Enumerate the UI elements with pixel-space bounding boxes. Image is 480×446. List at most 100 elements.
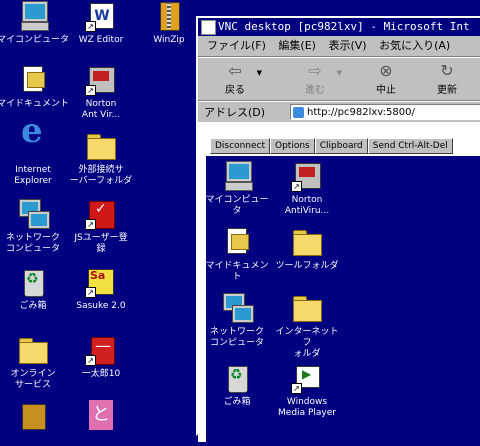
icon-label: マイドキュメント bbox=[205, 261, 269, 282]
network-computers-icon bbox=[221, 292, 253, 324]
icon-label: 一太郎10 bbox=[81, 369, 121, 379]
back-arrow-icon: ⇦ bbox=[228, 61, 242, 80]
recycle-bin-icon bbox=[221, 362, 253, 394]
vnc-icon-recycle-bin[interactable]: ごみ箱 bbox=[202, 362, 272, 408]
desktop-icon-network-neighborhood[interactable]: ネットワーク コンピュータ bbox=[0, 198, 70, 255]
shortcut-arrow-icon: ↗ bbox=[85, 219, 96, 230]
icon-label: Norton Ant Vir... bbox=[81, 99, 121, 120]
internet-explorer-icon bbox=[17, 126, 49, 162]
refresh-button[interactable]: ↻ 更新 bbox=[424, 61, 470, 96]
title-bar[interactable]: VNC desktop [pc982lxv] - Microsoft Int bbox=[198, 18, 480, 36]
vnc-remote-desktop[interactable]: マイコンピュータ ↗ Norton AntiViru... マイドキュメント ツ… bbox=[205, 156, 480, 446]
folder-icon bbox=[291, 292, 323, 324]
shortcut-arrow-icon: ↗ bbox=[291, 383, 302, 394]
icon-label: ごみ箱 bbox=[223, 397, 251, 407]
computer-icon bbox=[17, 0, 49, 32]
media-player-icon: ↗ bbox=[291, 362, 323, 394]
winzip-icon bbox=[153, 0, 185, 32]
vnc-icon-network[interactable]: ネットワーク コンピュータ bbox=[202, 292, 272, 349]
desktop-icon-js-user-register[interactable]: ↗ JSユーザー登 録 bbox=[64, 198, 138, 255]
dropdown-arrow-icon[interactable]: ▼ bbox=[257, 69, 262, 77]
norton-icon: ↗ bbox=[85, 64, 117, 96]
sasuke-icon: ↗ bbox=[85, 266, 117, 298]
window-title: VNC desktop [pc982lxv] - Microsoft Int bbox=[218, 20, 470, 33]
desktop-icon-winzip[interactable]: WinZip bbox=[132, 0, 206, 46]
refresh-label: 更新 bbox=[437, 85, 457, 96]
forward-button[interactable]: ⇨ 進む ▼ bbox=[292, 61, 342, 96]
shortcut-arrow-icon: ↗ bbox=[85, 85, 96, 96]
application-icon bbox=[17, 400, 49, 432]
shortcut-arrow-icon: ↗ bbox=[291, 181, 302, 192]
options-button[interactable]: Options bbox=[270, 138, 315, 154]
vnc-icon-my-documents[interactable]: マイドキュメント bbox=[202, 226, 272, 283]
desktop-icon-internet-explorer[interactable]: Internet Explorer bbox=[0, 126, 70, 187]
icon-label: オンライン サービス bbox=[10, 369, 56, 390]
shortcut-arrow-icon: ↗ bbox=[85, 21, 96, 32]
icon-label: WZ Editor bbox=[78, 35, 124, 45]
address-input[interactable]: http://pc982lxv:5800/ bbox=[290, 104, 480, 120]
desktop-icon-online-service[interactable]: オンライン サービス bbox=[0, 334, 70, 391]
back-button[interactable]: ⇦ 戻る ▼ bbox=[212, 61, 262, 96]
address-label: アドレス(D) bbox=[204, 106, 266, 119]
disconnect-button[interactable]: Disconnect bbox=[210, 138, 270, 154]
vnc-button-bar: Disconnect Options Clipboard Send Ctrl-A… bbox=[210, 138, 453, 154]
icon-label: ツールフォルダ bbox=[275, 261, 339, 271]
icon-label: インターネットフ ォルダ bbox=[275, 327, 339, 359]
stop-label: 中止 bbox=[376, 85, 396, 96]
clipboard-button[interactable]: Clipboard bbox=[314, 138, 368, 154]
vnc-icon-tool-folder[interactable]: ツールフォルダ bbox=[272, 226, 342, 272]
application-icon bbox=[85, 400, 117, 432]
computer-icon bbox=[221, 160, 253, 192]
desktop-icon-partial-left[interactable] bbox=[0, 400, 70, 435]
recycle-bin-icon bbox=[17, 266, 49, 298]
vnc-icon-internet-folder[interactable]: インターネットフ ォルダ bbox=[272, 292, 342, 360]
menu-file[interactable]: ファイル(F) bbox=[207, 39, 266, 52]
stop-button[interactable]: ⊗ 中止 bbox=[363, 61, 409, 96]
shortcut-arrow-icon: ↗ bbox=[85, 355, 96, 366]
icon-label: 外部接続サ ーバーフォルダ bbox=[69, 165, 133, 186]
documents-folder-icon bbox=[17, 64, 49, 96]
icon-label: マイドキュメント bbox=[0, 99, 69, 109]
desktop-icon-wz-editor[interactable]: ↗ WZ Editor bbox=[64, 0, 138, 46]
toolbar: ⇦ 戻る ▼ ⇨ 進む ▼ ⊗ 中止 ↻ 更新 bbox=[198, 57, 480, 101]
desktop-icon-norton-antivirus[interactable]: ↗ Norton Ant Vir... bbox=[64, 64, 138, 121]
vnc-icon-norton-antivirus[interactable]: ↗ Norton AntiViru... bbox=[272, 160, 342, 217]
shortcut-arrow-icon: ↗ bbox=[85, 287, 96, 298]
icon-label: ごみ箱 bbox=[19, 301, 47, 311]
icon-label: Sasuke 2.0 bbox=[76, 301, 126, 311]
send-ctrl-alt-del-button[interactable]: Send Ctrl-Alt-Del bbox=[367, 138, 453, 154]
icon-label: マイコンピュータ bbox=[205, 195, 269, 216]
ichitaro-icon: ↗ bbox=[85, 334, 117, 366]
icon-label: Windows Media Player bbox=[278, 397, 336, 418]
network-computers-icon bbox=[17, 198, 49, 230]
desktop-icon-my-computer[interactable]: マイコンピュータ bbox=[0, 0, 70, 46]
forward-arrow-icon: ⇨ bbox=[308, 61, 322, 80]
menu-bar: ファイル(F) 編集(E) 表示(V) お気に入り(A) bbox=[198, 36, 480, 57]
desktop-icon-sasuke[interactable]: ↗ Sasuke 2.0 bbox=[64, 266, 138, 312]
page-icon bbox=[293, 107, 304, 118]
menu-edit[interactable]: 編集(E) bbox=[278, 39, 316, 52]
folder-icon bbox=[291, 226, 323, 258]
icon-label: マイコンピュータ bbox=[0, 35, 69, 45]
menu-view[interactable]: 表示(V) bbox=[328, 39, 366, 52]
back-label: 戻る bbox=[225, 85, 245, 96]
wz-editor-icon: ↗ bbox=[85, 0, 117, 32]
desktop-icon-recycle-bin[interactable]: ごみ箱 bbox=[0, 266, 70, 312]
desktop-icon-my-documents[interactable]: マイドキュメント bbox=[0, 64, 70, 110]
documents-folder-icon bbox=[221, 226, 253, 258]
icon-label: ネットワーク コンピュータ bbox=[209, 327, 264, 348]
icon-label: WinZip bbox=[153, 35, 185, 45]
desktop-icon-external-storage-folder[interactable]: 外部接続サ ーバーフォルダ bbox=[64, 130, 138, 187]
icon-label: Norton AntiViru... bbox=[284, 195, 330, 216]
menu-favorites[interactable]: お気に入り(A) bbox=[379, 39, 450, 52]
vnc-icon-windows-media-player[interactable]: ↗ Windows Media Player bbox=[272, 362, 342, 419]
desktop-icon-ichitaro[interactable]: ↗ 一太郎10 bbox=[64, 334, 138, 380]
browser-icon bbox=[201, 20, 216, 35]
dropdown-arrow-icon[interactable]: ▼ bbox=[337, 69, 342, 77]
vnc-icon-my-computer[interactable]: マイコンピュータ bbox=[202, 160, 272, 217]
page-content: Disconnect Options Clipboard Send Ctrl-A… bbox=[198, 122, 480, 446]
folder-icon bbox=[17, 334, 49, 366]
browser-window[interactable]: VNC desktop [pc982lxv] - Microsoft Int フ… bbox=[196, 16, 480, 446]
refresh-icon: ↻ bbox=[440, 61, 454, 80]
desktop-icon-partial-right[interactable] bbox=[64, 400, 138, 435]
